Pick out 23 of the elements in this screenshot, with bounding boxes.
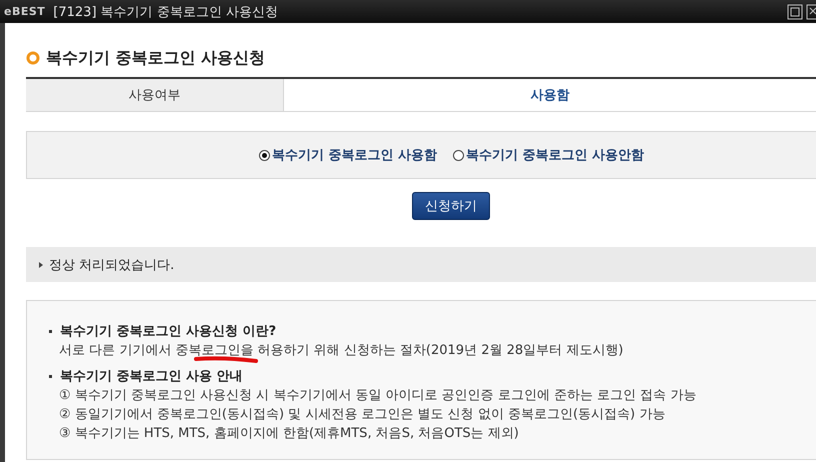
status-message: 정상 처리되었습니다.	[49, 256, 174, 274]
window-title: [7123] 복수기기 중복로그인 사용신청	[53, 4, 279, 20]
radio-button[interactable]	[453, 150, 464, 160]
section-title: 복수기기 중복로그인 사용 안내	[60, 368, 243, 385]
usage-label: 사용여부	[26, 79, 284, 111]
info-text: ③ 복수기기는 HTS, MTS, 홈페이지에 한함(제휴MTS, 처음S, 처음OTS는 제외)	[58, 425, 520, 443]
info-text: ② 동일기기에서 중복로그인(동시접속) 및 시세전용 로그인은 별도 신청 없이 중복로그인(동시접속) 가능	[58, 406, 666, 424]
page-heading: 복수기기 중복로그인 사용신청	[46, 48, 266, 68]
option-label[interactable]: 복수기기 중복로그인 사용함	[272, 146, 437, 164]
apply-button[interactable]: 신청하기	[412, 192, 490, 220]
section-title: 복수기기 중복로그인 사용신청 이란?	[60, 323, 276, 340]
usage-value: 사용함	[530, 87, 570, 105]
radio-button[interactable]	[258, 150, 270, 160]
bullet-icon	[49, 330, 52, 332]
option-label[interactable]: 복수기기 중복로그인 사용안함	[466, 146, 644, 164]
bullet-icon	[39, 262, 43, 268]
bullet-icon	[49, 374, 52, 378]
info-text: 서로 다른 기기에서 중복로그인을 허용하기 위해 신청하는 절차(2019년 2월 28일부터 제도시행)	[58, 342, 624, 360]
app-logo: eBEST	[4, 5, 46, 18]
underline-mark	[194, 356, 258, 364]
bullet-ring-icon	[26, 51, 40, 65]
restore-icon[interactable]	[787, 4, 803, 20]
info-text: ① 복수기기 중복로그인 사용신청 시 복수기기에서 동일 아이디로 공인인증 로그인에 준하는 로그인 접속 가능	[58, 387, 698, 405]
